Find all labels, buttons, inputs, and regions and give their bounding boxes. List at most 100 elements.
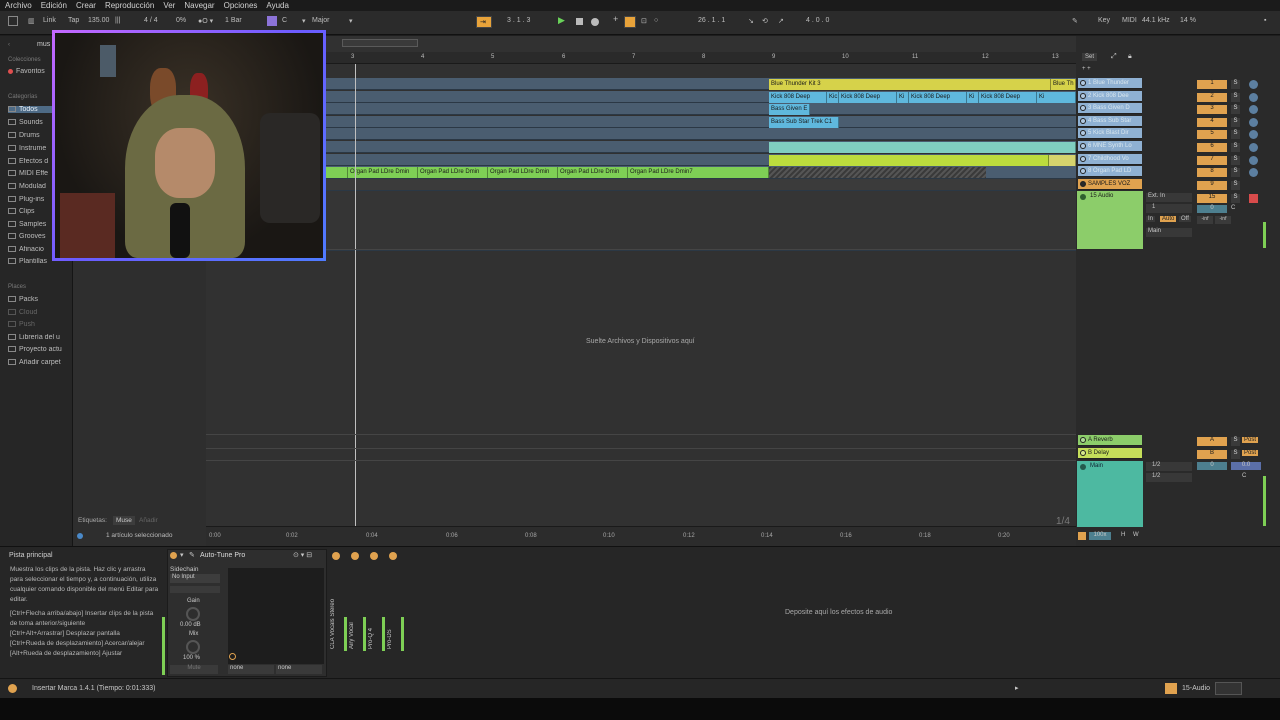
loop-length[interactable]: 4 . 0 . 0 <box>806 17 829 24</box>
fold-icon[interactable] <box>1080 181 1086 187</box>
info-toggle-icon[interactable] <box>8 684 17 693</box>
nudge-icon[interactable]: ||| <box>115 17 120 24</box>
post-button[interactable]: Post <box>1242 450 1259 456</box>
send-a-field[interactable]: -inf <box>1197 216 1213 224</box>
track-activator-icon[interactable] <box>1080 130 1086 136</box>
clip-childhood-vox-2[interactable] <box>1049 155 1076 166</box>
solo-button[interactable]: S <box>1231 118 1240 127</box>
clip-organ[interactable]: Organ Pad LDre Dmin <box>558 167 628 178</box>
time-ruler[interactable]: 0:00 0:02 0:04 0:06 0:08 0:10 0:12 0:14 … <box>206 526 1076 546</box>
sidechain-select[interactable]: No Input <box>170 574 220 583</box>
clip-organ[interactable]: Organ Pad LDre Dmin <box>488 167 558 178</box>
draw-mode-icon[interactable]: ✎ <box>1072 17 1078 25</box>
clip-kick[interactable]: Kick 808 Deep <box>909 92 967 103</box>
solo-button[interactable]: S <box>1231 168 1240 177</box>
track-lane[interactable] <box>206 103 1076 115</box>
clip-kick[interactable]: Ki <box>897 92 909 103</box>
punch-in-icon[interactable]: ↘ <box>748 17 754 25</box>
main-volume[interactable]: 0 <box>1197 462 1227 470</box>
browser-search-text[interactable]: mus <box>37 41 50 48</box>
device-fold-icon[interactable]: ▾ <box>180 551 184 559</box>
mute-button[interactable]: Mute <box>170 665 218 674</box>
track-header-3[interactable]: 3 Bass Given D <box>1078 103 1142 114</box>
tempo-field[interactable]: 135.00 <box>88 17 109 24</box>
volume-field[interactable]: 0 <box>1197 205 1227 213</box>
track-activator-icon[interactable] <box>1080 105 1086 111</box>
mix-knob[interactable] <box>186 640 200 654</box>
record-icon[interactable] <box>591 18 599 26</box>
track-header-4[interactable]: 4 Bass Sub Star <box>1078 116 1142 127</box>
track-number[interactable]: 7 <box>1197 156 1227 165</box>
plugin-name[interactable]: CLA Vocals Stereo <box>330 569 342 649</box>
return-letter[interactable]: B <box>1197 450 1227 459</box>
automation-arm-icon[interactable] <box>624 16 636 28</box>
pan-c[interactable]: C <box>1231 205 1235 211</box>
clip-kick[interactable]: Kick 808 Deep <box>979 92 1037 103</box>
punch-out-icon[interactable]: ↗ <box>778 17 784 25</box>
track-number[interactable]: 2 <box>1197 93 1227 102</box>
track-number[interactable]: 8 <box>1197 168 1227 177</box>
plugin-name[interactable]: Airy Vocal <box>349 569 361 649</box>
session-record-icon[interactable]: ○ <box>654 17 658 24</box>
lock-icon[interactable]: 🔒︎ <box>1128 53 1132 61</box>
menu-crear[interactable]: Crear <box>71 0 100 10</box>
key-map-button[interactable]: Key <box>1098 17 1110 24</box>
main-track-header[interactable]: Main <box>1077 461 1143 527</box>
track-number[interactable]: 1 <box>1197 80 1227 89</box>
search-icon[interactable]: ‹ <box>8 42 10 48</box>
track-header-5[interactable]: 5 Kick Blast Dir <box>1078 128 1142 139</box>
main-pan[interactable]: 0.0 <box>1231 462 1261 470</box>
plugin-power-icon[interactable] <box>332 552 340 560</box>
follow-icon[interactable]: ⇥ <box>476 16 492 28</box>
track-number[interactable]: 15 <box>1197 194 1227 203</box>
track-activator-icon[interactable] <box>1080 156 1086 162</box>
clip-organ[interactable]: Organ Pad LDre Dmin <box>348 167 418 178</box>
sidebar-item-user-library[interactable]: Librería del u <box>8 334 68 341</box>
menu-ver[interactable]: Ver <box>158 0 179 10</box>
track-lane[interactable] <box>206 116 1076 128</box>
sidebar-item-add-folder[interactable]: Añadir carpet <box>8 359 68 366</box>
arm-button[interactable] <box>1249 93 1258 102</box>
group-track-header[interactable]: SAMPLES VOZ <box>1078 179 1142 190</box>
clip-organ[interactable]: Organ Pad LDre Dmin <box>418 167 488 178</box>
monitor-off-button[interactable]: Off <box>1179 216 1191 222</box>
capture-icon[interactable]: ⊡ <box>641 17 647 25</box>
clip-bass-sub[interactable]: Bass Sub Star Trek C1 <box>769 117 839 128</box>
gain-knob[interactable] <box>186 607 200 621</box>
zoom-icon[interactable] <box>1078 532 1086 540</box>
sidebar-item-push[interactable]: Push <box>8 321 68 328</box>
menu-edicion[interactable]: Edición <box>36 0 71 10</box>
sidebar-item-cloud[interactable]: Cloud <box>8 309 68 316</box>
plugin-power-icon[interactable] <box>351 552 359 560</box>
track-header-6[interactable]: 6 MNE Synth Lo <box>1078 141 1142 152</box>
menu-archivo[interactable]: Archivo <box>0 0 36 10</box>
device-window-icon[interactable]: ⊙ ▾ ⊟ <box>293 551 312 559</box>
post-button[interactable]: Post <box>1242 437 1259 443</box>
metronome-icon[interactable]: ●O ▾ <box>198 17 213 25</box>
main-output-1[interactable]: 1/2 <box>1146 462 1192 471</box>
arm-button[interactable] <box>1249 80 1258 89</box>
input-type-select[interactable]: Ext. In <box>1146 193 1192 202</box>
stop-icon[interactable] <box>576 18 583 25</box>
sidechain-sub-select[interactable] <box>170 586 220 593</box>
solo-button[interactable]: S <box>1231 80 1240 89</box>
solo-button[interactable]: S <box>1231 450 1240 459</box>
plugin-name[interactable]: Pro-Q 4 <box>368 569 380 649</box>
solo-button[interactable]: S <box>1231 105 1240 114</box>
menu-reproduccion[interactable]: Reproducción <box>100 0 158 10</box>
arm-button[interactable] <box>1249 105 1258 114</box>
clip-bass-given[interactable]: Bass Given E <box>769 104 810 115</box>
sidebar-item-current-project[interactable]: Proyecto actu <box>8 346 68 353</box>
key-chevron-icon[interactable]: ▾ <box>302 17 306 25</box>
none-select-2[interactable]: none <box>276 665 322 674</box>
midi-map-button[interactable]: MIDI <box>1122 17 1137 24</box>
main-pan-c[interactable]: C <box>1242 473 1246 479</box>
quantize-select[interactable]: 1 Bar <box>225 17 242 24</box>
menu-navegar[interactable]: Navegar <box>179 0 218 10</box>
plugin-name[interactable]: Pro-DS <box>387 569 399 649</box>
zoom-field[interactable]: 100x <box>1089 532 1111 540</box>
device-power-icon[interactable] <box>170 552 177 559</box>
autotune-device[interactable]: ▾ ✎ Auto-Tune Pro ⊙ ▾ ⊟ Sidechain No Inp… <box>167 549 327 677</box>
tag-chip[interactable]: Muse <box>113 516 135 525</box>
input-channel-select[interactable]: 1 <box>1146 204 1192 213</box>
